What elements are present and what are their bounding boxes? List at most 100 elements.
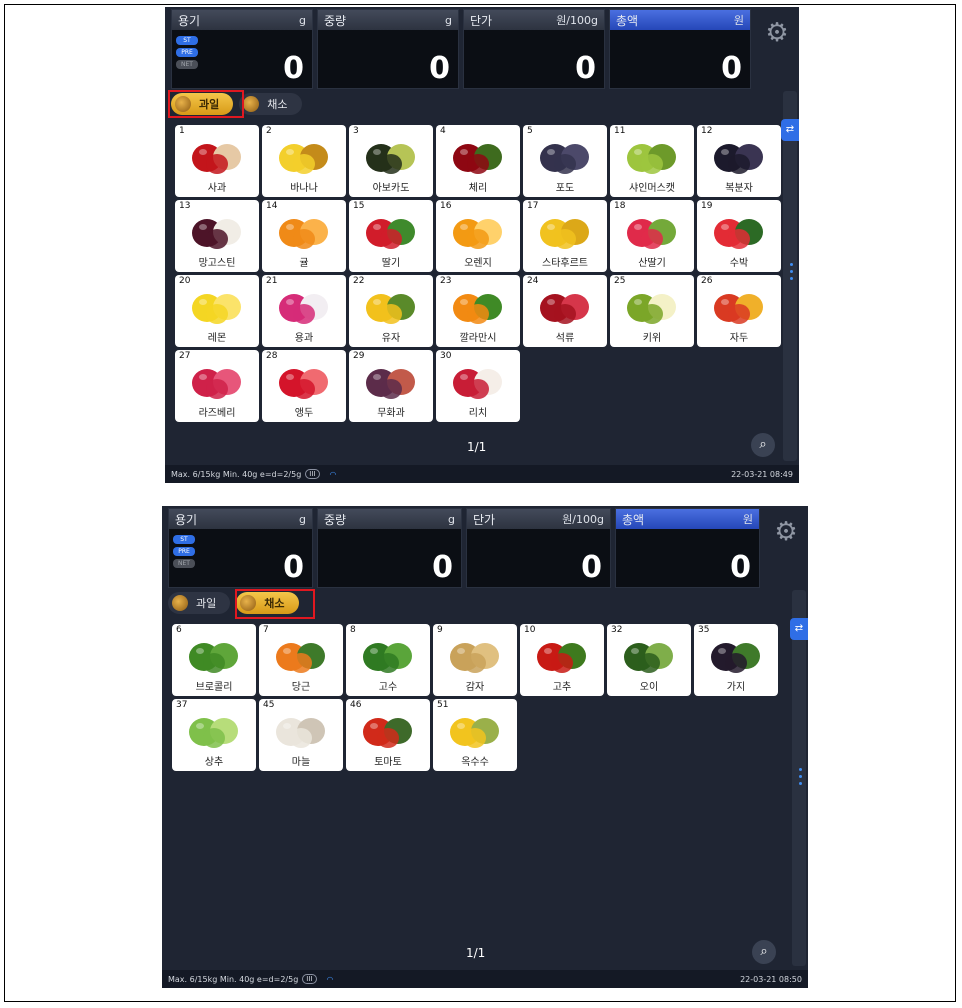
readout-display: ST PRE NET 0 bbox=[172, 30, 312, 88]
product-name: 가지 bbox=[726, 682, 746, 693]
product-photo bbox=[180, 633, 248, 675]
product-button[interactable]: 15 딸기 bbox=[349, 200, 433, 272]
product-button[interactable]: 20 레몬 bbox=[175, 275, 259, 347]
product-name: 토마토 bbox=[374, 757, 402, 768]
wifi-icon: ◠ bbox=[326, 974, 334, 984]
product-photo bbox=[531, 134, 599, 176]
capacity-info: Max. 6/15kg Min. 40g e=d=2/5g bbox=[168, 974, 299, 984]
product-button[interactable]: 21 용과 bbox=[262, 275, 346, 347]
product-button[interactable]: 24 석류 bbox=[523, 275, 607, 347]
scale-screen-vegetable: 용기 g ST PRE NET 0 중량 g 0 단가 원/100g 0 총액 원 0 ⚙ 과일 채소 6 브로콜리… bbox=[162, 506, 808, 988]
tab-label: 채소 bbox=[267, 98, 288, 111]
product-name: 레몬 bbox=[207, 333, 227, 344]
product-name: 브로콜리 bbox=[195, 682, 233, 693]
product-photo bbox=[270, 134, 338, 176]
flag-pre: PRE bbox=[176, 48, 198, 57]
product-name: 깔라만시 bbox=[459, 333, 497, 344]
product-button[interactable]: 28 앵두 bbox=[262, 350, 346, 422]
product-name: 키위 bbox=[642, 333, 662, 344]
readout-value: 0 bbox=[283, 550, 304, 585]
product-button[interactable]: 29 무화과 bbox=[349, 350, 433, 422]
product-button[interactable]: 30 리치 bbox=[436, 350, 520, 422]
product-name: 고수 bbox=[378, 682, 398, 693]
product-photo bbox=[444, 209, 512, 251]
product-button[interactable]: 3 아보카도 bbox=[349, 125, 433, 197]
readout-unit: 원 bbox=[733, 14, 744, 27]
search-icon[interactable]: ⌕ bbox=[751, 433, 775, 457]
readout-unit: 원 bbox=[742, 513, 753, 526]
readout-total: 총액 원 0 bbox=[609, 9, 751, 89]
product-name: 마늘 bbox=[291, 757, 311, 768]
product-button[interactable]: 22 유자 bbox=[349, 275, 433, 347]
product-photo bbox=[357, 209, 425, 251]
product-grid: 6 브로콜리 7 당근 8 고수 9 감자 10 고추 32 오이 35 가지 … bbox=[172, 624, 778, 771]
gear-icon[interactable]: ⚙ bbox=[772, 518, 800, 546]
product-name: 바나나 bbox=[290, 183, 318, 194]
product-name: 오이 bbox=[639, 682, 659, 693]
product-button[interactable]: 7 당근 bbox=[259, 624, 343, 696]
product-button[interactable]: 23 깔라만시 bbox=[436, 275, 520, 347]
product-button[interactable]: 32 오이 bbox=[607, 624, 691, 696]
product-name: 귤 bbox=[299, 258, 309, 269]
readout-label: 중량 bbox=[324, 512, 347, 527]
product-button[interactable]: 27 라즈베리 bbox=[175, 350, 259, 422]
product-name: 아보카도 bbox=[372, 183, 410, 194]
product-photo bbox=[441, 633, 509, 675]
product-photo bbox=[441, 708, 509, 750]
product-name: 석류 bbox=[555, 333, 575, 344]
product-button[interactable]: 45 마늘 bbox=[259, 699, 343, 771]
product-button[interactable]: 51 옥수수 bbox=[433, 699, 517, 771]
tab-vegetable[interactable]: 채소 bbox=[239, 93, 302, 115]
product-button[interactable]: 12 복분자 bbox=[697, 125, 781, 197]
readout-unit: g bbox=[448, 512, 455, 526]
readout-header: 중량 g bbox=[318, 10, 458, 30]
tab-fruit[interactable]: 과일 bbox=[168, 592, 231, 614]
readout-value: 0 bbox=[575, 51, 596, 86]
product-photo bbox=[531, 284, 599, 326]
more-dots-icon[interactable] bbox=[799, 768, 802, 785]
product-button[interactable]: 14 귤 bbox=[262, 200, 346, 272]
product-button[interactable]: 37 상추 bbox=[172, 699, 256, 771]
product-button[interactable]: 16 오렌지 bbox=[436, 200, 520, 272]
readout-bar: 용기 g ST PRE NET 0 중량 g 0 단가 원/100g 0 총액 원 0 bbox=[168, 508, 760, 588]
search-icon[interactable]: ⌕ bbox=[752, 940, 776, 964]
readout-display: ST PRE NET 0 bbox=[169, 529, 312, 587]
readout-tare: 용기 g ST PRE NET 0 bbox=[168, 508, 313, 588]
product-button[interactable]: 2 바나나 bbox=[262, 125, 346, 197]
readout-weight: 중량 g 0 bbox=[317, 508, 462, 588]
product-photo bbox=[444, 359, 512, 401]
product-name: 앵두 bbox=[294, 408, 314, 419]
readout-value: 0 bbox=[283, 51, 304, 86]
product-button[interactable]: 13 망고스틴 bbox=[175, 200, 259, 272]
more-dots-icon[interactable] bbox=[790, 263, 793, 280]
product-button[interactable]: 5 포도 bbox=[523, 125, 607, 197]
product-button[interactable]: 25 키위 bbox=[610, 275, 694, 347]
product-button[interactable]: 10 고추 bbox=[520, 624, 604, 696]
readout-display: 0 bbox=[467, 529, 610, 587]
product-button[interactable]: 18 산딸기 bbox=[610, 200, 694, 272]
clock: 22-03-21 08:50 bbox=[740, 974, 802, 984]
product-button[interactable]: 4 체리 bbox=[436, 125, 520, 197]
scale-screen-fruit: 용기 g ST PRE NET 0 중량 g 0 단가 원/100g 0 총액 원 0 ⚙ 과일 채소 1 사과 2 … bbox=[165, 7, 799, 483]
product-photo bbox=[267, 708, 335, 750]
product-button[interactable]: 17 스타후르트 bbox=[523, 200, 607, 272]
product-button[interactable]: 19 수박 bbox=[697, 200, 781, 272]
product-button[interactable]: 11 샤인머스캣 bbox=[610, 125, 694, 197]
readout-label: 용기 bbox=[175, 512, 198, 527]
status-flags: ST PRE NET bbox=[176, 36, 198, 69]
swap-panel-icon[interactable]: ⇄ bbox=[781, 119, 799, 141]
product-button[interactable]: 9 감자 bbox=[433, 624, 517, 696]
product-button[interactable]: 6 브로콜리 bbox=[172, 624, 256, 696]
flag-pre: PRE bbox=[173, 547, 195, 556]
product-button[interactable]: 46 토마토 bbox=[346, 699, 430, 771]
swap-panel-icon[interactable]: ⇄ bbox=[790, 618, 808, 640]
product-button[interactable]: 26 자두 bbox=[697, 275, 781, 347]
gear-icon[interactable]: ⚙ bbox=[763, 19, 791, 47]
product-button[interactable]: 1 사과 bbox=[175, 125, 259, 197]
readout-header: 총액 원 bbox=[616, 509, 759, 529]
product-name: 옥수수 bbox=[461, 757, 489, 768]
product-button[interactable]: 8 고수 bbox=[346, 624, 430, 696]
status-flags: ST PRE NET bbox=[173, 535, 195, 568]
product-button[interactable]: 35 가지 bbox=[694, 624, 778, 696]
product-name: 상추 bbox=[204, 757, 224, 768]
